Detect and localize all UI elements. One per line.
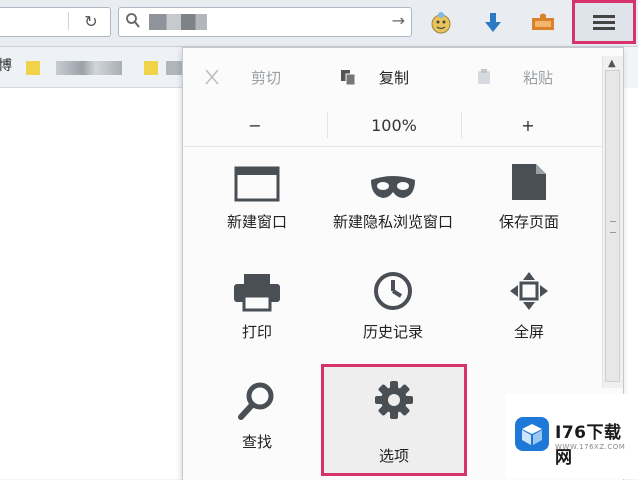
- copy-label: 复制: [379, 68, 410, 87]
- new-window-button[interactable]: 新建窗口: [189, 158, 325, 233]
- fullscreen-label: 全屏: [513, 323, 544, 341]
- save-page-icon: [512, 164, 546, 200]
- scissors-icon: [205, 69, 219, 85]
- reload-icon[interactable]: ↻: [72, 7, 110, 35]
- history-button[interactable]: 历史记录: [325, 268, 461, 343]
- scrollbar-thumb[interactable]: [605, 70, 620, 382]
- url-bar-divider: [68, 12, 69, 30]
- watermark-url: WWW.176XZ.COM: [555, 443, 626, 451]
- copy-button[interactable]: 复制: [339, 66, 409, 88]
- cut-button[interactable]: 剪切: [203, 66, 281, 88]
- zoom-in-button[interactable]: +: [461, 104, 595, 146]
- chevron-up-icon[interactable]: ▲: [608, 58, 616, 69]
- watermark-logo-icon: [515, 417, 549, 451]
- fullscreen-icon: [510, 272, 548, 310]
- cut-label: 剪切: [251, 68, 282, 87]
- copy-icon: [341, 70, 356, 86]
- history-clock-icon: [374, 272, 412, 310]
- scrollbar-grip: [610, 221, 616, 233]
- bookmark-blurred[interactable]: [56, 61, 122, 75]
- search-text-blurred: [149, 14, 207, 30]
- navigation-toolbar: ↻ →: [0, 0, 638, 47]
- options-button[interactable]: 选项: [321, 364, 467, 476]
- paste-button[interactable]: 粘贴: [475, 66, 553, 88]
- print-button[interactable]: 打印: [189, 268, 325, 343]
- clipboard-icon: [478, 69, 490, 84]
- bookmarks-bar: 博: [0, 47, 185, 88]
- save-page-label: 保存页面: [498, 213, 559, 231]
- printer-icon: [234, 274, 280, 312]
- menu-scrollbar[interactable]: ▲: [602, 56, 623, 388]
- puzzle-addon-icon[interactable]: [530, 10, 556, 36]
- new-window-label: 新建窗口: [226, 213, 287, 231]
- download-arrow-icon[interactable]: [480, 10, 506, 36]
- new-private-window-button[interactable]: 新建隐私浏览窗口: [325, 158, 461, 233]
- zoom-out-button[interactable]: −: [183, 104, 327, 146]
- addon-face-icon[interactable]: [428, 10, 454, 36]
- find-magnifier-icon: [238, 382, 274, 420]
- bookmark-label[interactable]: 博: [0, 55, 12, 75]
- arrow-right-icon[interactable]: →: [392, 11, 405, 30]
- options-label: 选项: [378, 447, 409, 465]
- fullscreen-button[interactable]: 全屏: [461, 268, 597, 343]
- find-label: 查找: [241, 433, 272, 451]
- watermark: I76下载网 WWW.176XZ.COM: [505, 394, 638, 479]
- search-input[interactable]: →: [118, 7, 412, 37]
- save-page-button[interactable]: 保存页面: [461, 158, 597, 233]
- bookmark-folder-icon[interactable]: [144, 61, 158, 75]
- bookmark-folder-icon[interactable]: [26, 61, 40, 75]
- options-gear-icon: [375, 381, 413, 419]
- window-icon: [234, 166, 280, 202]
- search-icon: [126, 13, 140, 28]
- history-label: 历史记录: [362, 323, 423, 341]
- new-private-window-label: 新建隐私浏览窗口: [332, 213, 453, 231]
- zoom-controls: − 100% +: [183, 104, 603, 147]
- hamburger-menu-icon[interactable]: [572, 0, 636, 44]
- find-button[interactable]: 查找: [189, 378, 325, 453]
- print-label: 打印: [241, 323, 272, 341]
- zoom-reset-button[interactable]: 100%: [327, 104, 461, 146]
- paste-label: 粘贴: [523, 68, 554, 87]
- private-mask-icon: [371, 176, 415, 198]
